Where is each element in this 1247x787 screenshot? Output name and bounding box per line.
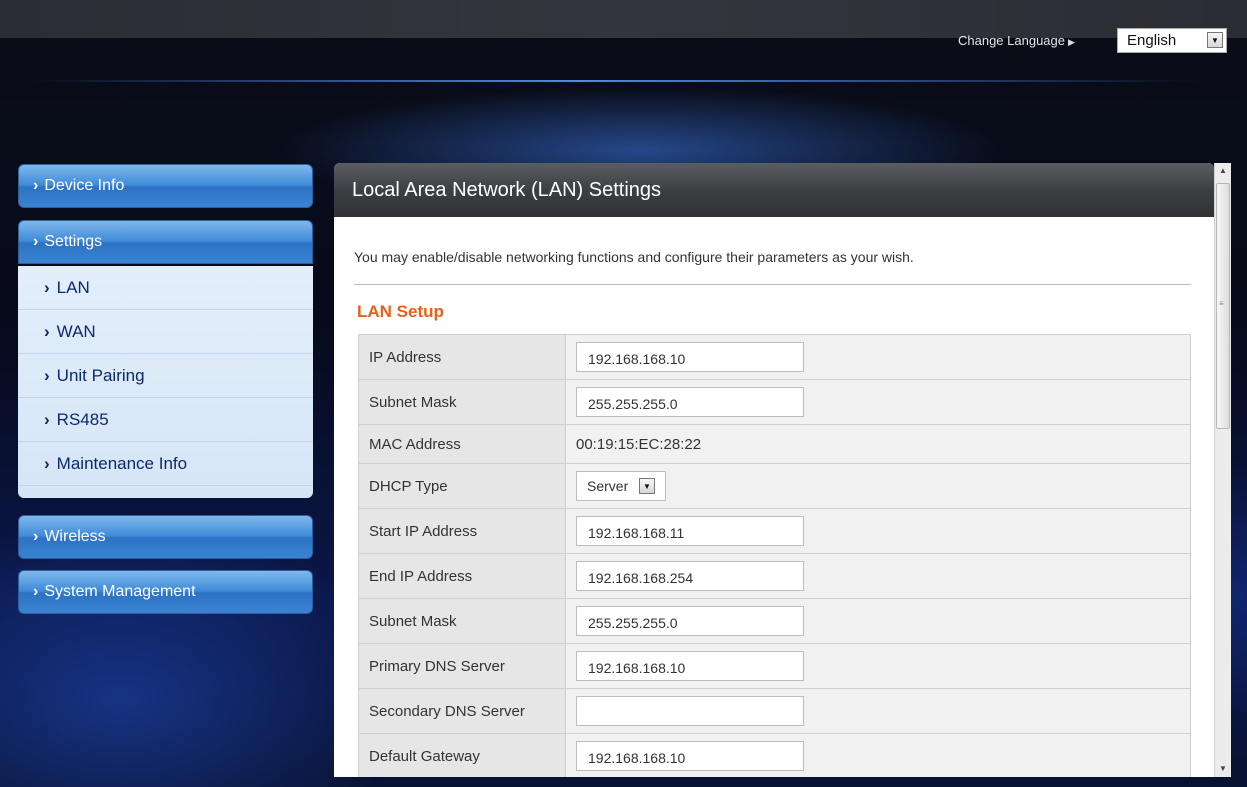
sidebar-item-label: Wireless	[44, 528, 106, 545]
submenu-item-label: Maintenance Info	[56, 454, 188, 473]
row-label: End IP Address	[358, 553, 566, 599]
scroll-up-arrow-icon[interactable]: ▲	[1215, 163, 1231, 179]
start-ip-input[interactable]: 192.168.168.11	[576, 516, 804, 546]
sidebar-item-settings[interactable]: › Settings	[18, 220, 313, 264]
mac-address-value: 00:19:15:EC:28:22	[565, 424, 1191, 464]
chevron-right-icon: ›	[33, 177, 39, 194]
chevron-right-icon: ›	[44, 278, 50, 297]
triangle-right-icon: ▶	[1068, 37, 1075, 47]
table-row: End IP Address 192.168.168.254	[358, 553, 1191, 599]
page-description: You may enable/disable networking functi…	[354, 249, 914, 265]
ip-address-input[interactable]: 192.168.168.10	[576, 342, 804, 372]
change-language-label: Change Language	[958, 33, 1065, 48]
submenu-item-wan[interactable]: › WAN	[18, 310, 313, 354]
grip-icon: ≡	[1219, 299, 1224, 308]
page-title: Local Area Network (LAN) Settings	[352, 179, 662, 201]
dropdown-arrow-icon[interactable]: ▼	[1207, 32, 1223, 48]
submenu-item-maintenance-info[interactable]: › Maintenance Info	[18, 442, 313, 486]
row-label: Default Gateway	[358, 733, 566, 777]
sidebar-item-system-management[interactable]: › System Management	[18, 570, 313, 614]
submenu-item-label: RS485	[56, 410, 109, 429]
table-row: MAC Address 00:19:15:EC:28:22	[358, 424, 1191, 464]
submenu-item-lan[interactable]: › LAN	[18, 266, 313, 310]
lan-settings-table: IP Address 192.168.168.10 Subnet Mask 25…	[358, 334, 1191, 777]
sidebar-item-wireless[interactable]: › Wireless	[18, 515, 313, 559]
default-gateway-input[interactable]: 192.168.168.10	[576, 741, 804, 771]
chevron-right-icon: ›	[33, 233, 39, 250]
sidebar-item-label: Device Info	[44, 177, 125, 194]
sidebar-item-label: Settings	[44, 233, 103, 250]
section-title: LAN Setup	[357, 302, 444, 321]
submenu-item-label: Unit Pairing	[56, 366, 145, 385]
secondary-dns-input[interactable]	[576, 696, 804, 726]
chevron-right-icon: ›	[33, 528, 39, 545]
table-row: Start IP Address 192.168.168.11	[358, 508, 1191, 554]
row-label: DHCP Type	[358, 463, 566, 509]
change-language-link[interactable]: Change Language ▶	[958, 33, 1075, 48]
divider	[354, 284, 1191, 285]
row-label: Subnet Mask	[358, 379, 566, 425]
language-select[interactable]: English ▼	[1117, 28, 1227, 53]
table-row: Subnet Mask 255.255.255.0	[358, 379, 1191, 425]
table-row: Default Gateway 192.168.168.10	[358, 733, 1191, 777]
submenu-item-label: WAN	[56, 322, 96, 341]
row-label: Primary DNS Server	[358, 643, 566, 689]
table-row: Subnet Mask 255.255.255.0	[358, 598, 1191, 644]
sidebar-item-label: System Management	[44, 583, 196, 600]
dropdown-arrow-icon[interactable]: ▼	[639, 478, 655, 494]
panel-header: Local Area Network (LAN) Settings	[334, 163, 1214, 217]
row-label: MAC Address	[358, 424, 566, 464]
submenu-item-rs485[interactable]: › RS485	[18, 398, 313, 442]
scroll-down-arrow-icon[interactable]: ▼	[1215, 761, 1231, 777]
chevron-right-icon: ›	[33, 583, 39, 600]
settings-submenu: › LAN › WAN › Unit Pairing › RS485 › Maintena…	[18, 266, 313, 498]
row-label: Start IP Address	[358, 508, 566, 554]
row-label: Secondary DNS Server	[358, 688, 566, 734]
table-row: Primary DNS Server 192.168.168.10	[358, 643, 1191, 689]
chevron-right-icon: ›	[44, 366, 50, 385]
submenu-item-unit-pairing[interactable]: › Unit Pairing	[18, 354, 313, 398]
chevron-right-icon: ›	[44, 322, 50, 341]
row-label: IP Address	[358, 334, 566, 380]
table-row: IP Address 192.168.168.10	[358, 334, 1191, 380]
dhcp-type-value: Server	[587, 478, 629, 494]
language-value: English	[1127, 32, 1177, 49]
table-row: DHCP Type Server ▼	[358, 463, 1191, 509]
table-row: Secondary DNS Server	[358, 688, 1191, 734]
scrollbar-thumb[interactable]: ≡	[1216, 183, 1230, 429]
row-label: Subnet Mask	[358, 598, 566, 644]
primary-dns-input[interactable]: 192.168.168.10	[576, 651, 804, 681]
submenu-item-label: LAN	[56, 278, 90, 297]
dhcp-subnet-mask-input[interactable]: 255.255.255.0	[576, 606, 804, 636]
chevron-right-icon: ›	[44, 410, 50, 429]
end-ip-input[interactable]: 192.168.168.254	[576, 561, 804, 591]
vertical-scrollbar[interactable]: ▲ ≡ ▼	[1214, 163, 1231, 777]
subnet-mask-input[interactable]: 255.255.255.0	[576, 387, 804, 417]
chevron-right-icon: ›	[44, 454, 50, 473]
main-panel: Local Area Network (LAN) Settings You ma…	[334, 163, 1214, 777]
decorative-glow-line	[30, 80, 1200, 82]
sidebar-item-device-info[interactable]: › Device Info	[18, 164, 313, 208]
dhcp-type-select[interactable]: Server ▼	[576, 471, 666, 501]
